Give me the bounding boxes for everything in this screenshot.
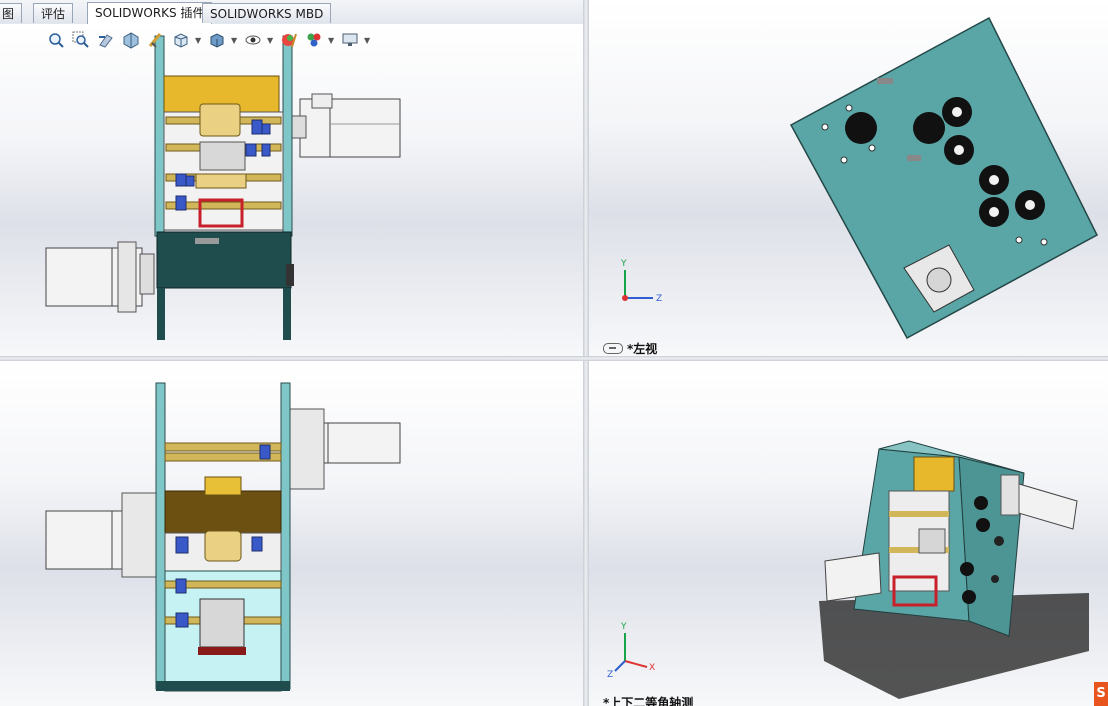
tab-solidworks-addins[interactable]: SOLIDWORKS 插件 [87,2,213,24]
triad-z-label: Z [656,294,662,304]
display-style-icon[interactable] [206,29,228,51]
model-left-view: Y Z [620,16,1098,340]
view-settings-icon[interactable] [339,29,361,51]
triad-y-label: Y [620,622,627,632]
chevron-down-icon[interactable]: ▼ [364,29,372,51]
chevron-down-icon[interactable]: ▼ [195,29,203,51]
tab-evaluate[interactable]: 评估 [33,3,74,23]
chevron-down-icon[interactable]: ▼ [267,29,275,51]
model-top-view [45,382,401,692]
brand-badge: S [1094,682,1108,706]
viewport-bottom-right[interactable]: Y X Z *上下二等角轴测 S [589,361,1108,706]
view-name-label: *上下二等角轴测 [603,694,693,706]
cylinder-right [289,408,401,490]
view-name-label: *左视 [603,340,657,356]
dynamic-annotation-icon[interactable] [145,29,167,51]
tab-view[interactable]: 图 [0,3,23,23]
view-orientation-icon[interactable] [170,29,192,51]
view-orientation-name: *左视 [627,342,658,356]
tab-solidworks-mbd[interactable]: SOLIDWORKS MBD [202,3,332,23]
cylinder-right [291,93,401,158]
cylinder-left [45,492,157,578]
triad-x-label: X [649,663,655,673]
triad-y-label: Y [620,259,627,269]
coordinate-triad: Y Z [620,259,662,304]
triad-z-label: Z [607,670,613,680]
viewport-top-left[interactable]: ▼ ▼ ▼ ▼ ▼ [0,24,583,356]
viewport-top-right[interactable]: Y Z *左视 [589,0,1108,356]
zoom-to-area-icon[interactable] [70,29,92,51]
apply-scene-icon[interactable] [303,29,325,51]
view-orientation-name: *上下二等角轴测 [603,696,694,706]
command-manager-tabs: 图 评估 SOLIDWORKS 插件 SOLIDWORKS MBD [0,0,590,25]
zoom-to-fit-icon[interactable] [45,29,67,51]
link-views-icon[interactable] [603,343,623,354]
coordinate-triad: Y X Z [607,622,655,680]
model-front-view [45,35,401,340]
model-isometric-view: Y X Z [607,440,1089,699]
viewport-bottom-left[interactable] [0,361,583,706]
section-view-icon[interactable] [120,29,142,51]
cylinder-left [45,241,155,313]
edit-appearance-icon[interactable] [278,29,300,51]
chevron-down-icon[interactable]: ▼ [231,29,239,51]
hide-show-items-icon[interactable] [242,29,264,51]
rotated-plate [789,16,1098,340]
heads-up-view-toolbar: ▼ ▼ ▼ ▼ ▼ [45,28,372,52]
previous-view-icon[interactable] [95,29,117,51]
chevron-down-icon[interactable]: ▼ [328,29,336,51]
